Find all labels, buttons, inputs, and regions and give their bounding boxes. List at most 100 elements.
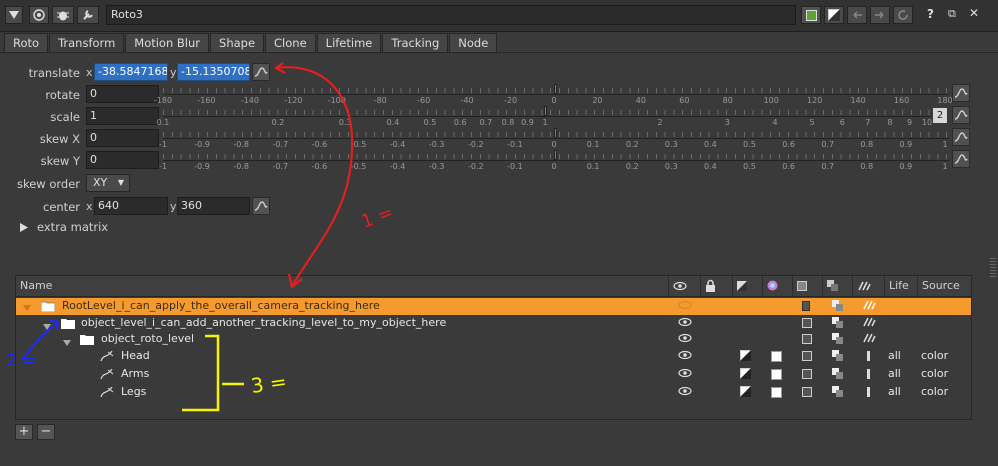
color-swatch-default-icon[interactable]	[824, 6, 844, 24]
overlay-color-icon[interactable]	[740, 368, 751, 382]
tree-row-head[interactable]: Head all color	[16, 348, 971, 365]
tree-row-life[interactable]: all	[888, 349, 901, 362]
center-y-input[interactable]: 360	[177, 197, 250, 215]
motion-blur-icon[interactable]	[862, 333, 876, 346]
tab-transform[interactable]: Transform	[49, 33, 125, 53]
close-icon[interactable]: ✕	[969, 6, 979, 20]
scale-input[interactable]: 1	[86, 107, 159, 125]
expand-triangle-icon[interactable]	[20, 222, 28, 235]
invert-toggle-icon[interactable]	[802, 351, 812, 361]
shape-color-swatch[interactable]	[771, 387, 782, 398]
tree-row-object-level[interactable]: object_level_i_can_add_another_tracking_…	[16, 315, 971, 332]
invert-toggle-icon[interactable]	[802, 334, 812, 344]
overlay-color-icon[interactable]	[740, 386, 751, 400]
visible-eye-icon[interactable]	[678, 317, 692, 330]
blend-mode-icon[interactable]	[832, 300, 843, 314]
tab-clone[interactable]: Clone	[265, 33, 316, 52]
column-visible-eye-icon[interactable]	[668, 276, 700, 296]
visible-eye-icon[interactable]	[678, 368, 692, 381]
rotate-input[interactable]: 0	[86, 85, 159, 103]
shape-color-swatch[interactable]	[771, 351, 782, 362]
motion-blur-icon[interactable]	[862, 300, 876, 313]
skew-order-dropdown[interactable]: XY ▼	[86, 174, 130, 192]
center-x-input[interactable]: 640	[94, 197, 168, 215]
blend-mode-icon[interactable]	[832, 350, 843, 364]
tree-row-life[interactable]: all	[888, 367, 901, 380]
tree-row-arms[interactable]: Arms all color	[16, 366, 971, 383]
scale-animation-icon[interactable]	[952, 106, 970, 124]
extra-matrix-label[interactable]: extra matrix	[37, 220, 108, 234]
skew-y-slider[interactable]: -1 -0.9 -0.8 -0.7 -0.6 -0.5 -0.4 -0.3 -0.2 -0.1 0 0…	[159, 150, 949, 174]
redo-icon[interactable]	[870, 6, 890, 24]
visible-eye-icon[interactable]	[678, 350, 692, 363]
tree-row-source[interactable]: color	[921, 349, 948, 362]
column-invert-icon[interactable]	[792, 276, 822, 296]
float-panel-icon[interactable]: ⧉	[948, 7, 956, 21]
motion-blur-bar-icon[interactable]	[867, 369, 870, 379]
tab-tracking[interactable]: Tracking	[382, 33, 449, 52]
tree-row-source[interactable]: color	[921, 385, 948, 398]
skew-y-animation-icon[interactable]	[952, 150, 970, 168]
skew-x-input[interactable]: 0	[86, 129, 159, 147]
rotate-slider[interactable]: -180 -160 -140 -120 -100 -80 -60 -40 -20 0 20 40 60 8…	[154, 84, 953, 108]
blend-mode-icon[interactable]	[832, 333, 843, 347]
resize-grip-icon[interactable]	[990, 258, 996, 278]
tab-shape[interactable]: Shape	[210, 33, 265, 52]
node-name-field[interactable]: Roto3	[106, 5, 796, 25]
rotate-slider-handle[interactable]	[554, 84, 557, 94]
wrench-icon[interactable]	[77, 6, 99, 24]
column-color-wheel-icon[interactable]	[762, 276, 792, 296]
translate-animation-icon[interactable]	[252, 63, 270, 81]
visible-eye-icon[interactable]	[678, 300, 692, 313]
invert-toggle-icon[interactable]	[802, 318, 812, 328]
collapse-triangle-icon[interactable]	[5, 6, 23, 24]
blend-mode-icon[interactable]	[832, 386, 843, 400]
rotate-animation-icon[interactable]	[952, 84, 970, 102]
undo-icon[interactable]	[847, 6, 867, 24]
scale-slider-handle[interactable]	[544, 106, 547, 116]
blend-mode-icon[interactable]	[832, 317, 843, 331]
visible-eye-icon[interactable]	[678, 386, 692, 399]
motion-blur-icon[interactable]	[862, 317, 876, 330]
column-overlay-icon[interactable]	[732, 276, 762, 296]
center-node-icon[interactable]	[29, 6, 49, 24]
tab-lifetime[interactable]: Lifetime	[316, 33, 382, 52]
column-lock-icon[interactable]	[700, 276, 732, 296]
scale-channels-button[interactable]: 2	[933, 108, 947, 123]
skew-x-slider[interactable]: -1 -0.9 -0.8 -0.7 -0.6 -0.5 -0.4 -0.3 -0.2 -0.1 0 0…	[159, 128, 949, 152]
translate-y-input[interactable]: -15.13507088	[177, 63, 250, 81]
skew-y-input[interactable]: 0	[86, 151, 159, 169]
collapse-triangle-icon[interactable]	[23, 301, 31, 314]
translate-x-input[interactable]: -38.58471684	[94, 63, 168, 81]
bug-icon[interactable]	[52, 6, 74, 24]
column-life[interactable]: Life	[884, 276, 917, 296]
color-swatch-green-icon[interactable]	[801, 6, 821, 24]
center-animation-icon[interactable]	[252, 197, 270, 215]
add-button[interactable]: +	[15, 424, 33, 440]
invert-toggle-icon[interactable]	[802, 301, 810, 311]
skew-x-animation-icon[interactable]	[952, 128, 970, 146]
help-icon[interactable]: ?	[927, 7, 934, 21]
invert-toggle-icon[interactable]	[802, 369, 812, 379]
skew-x-slider-handle[interactable]	[554, 128, 557, 138]
column-name[interactable]: Name	[16, 276, 668, 296]
motion-blur-bar-icon[interactable]	[867, 387, 870, 397]
revert-icon[interactable]	[893, 6, 913, 24]
visible-eye-icon[interactable]	[678, 333, 692, 346]
tree-row-source[interactable]: color	[921, 367, 948, 380]
tree-row-root-level[interactable]: RootLevel_i_can_apply_the_overall_camera…	[16, 298, 971, 315]
tab-motion-blur[interactable]: Motion Blur	[125, 33, 210, 52]
skew-y-slider-handle[interactable]	[554, 150, 557, 160]
scale-slider[interactable]: 0.1 0.2 0.3 0.4 0.5 0.6 0.7 0.8 0.9 1 2 3 4 5 6 7 8 9 10	[157, 106, 932, 130]
tree-row-legs[interactable]: Legs all color	[16, 384, 971, 401]
tab-roto[interactable]: Roto	[4, 33, 49, 52]
blend-mode-icon[interactable]	[832, 368, 843, 382]
tree-row-life[interactable]: all	[888, 385, 901, 398]
shape-color-swatch[interactable]	[771, 369, 782, 380]
tree-row-object-roto-level[interactable]: object_roto_level	[16, 331, 971, 348]
column-blend-icon[interactable]	[822, 276, 852, 296]
motion-blur-bar-icon[interactable]	[867, 351, 870, 361]
remove-button[interactable]: −	[37, 424, 55, 440]
tab-node[interactable]: Node	[449, 33, 498, 52]
overlay-color-icon[interactable]	[740, 350, 751, 364]
